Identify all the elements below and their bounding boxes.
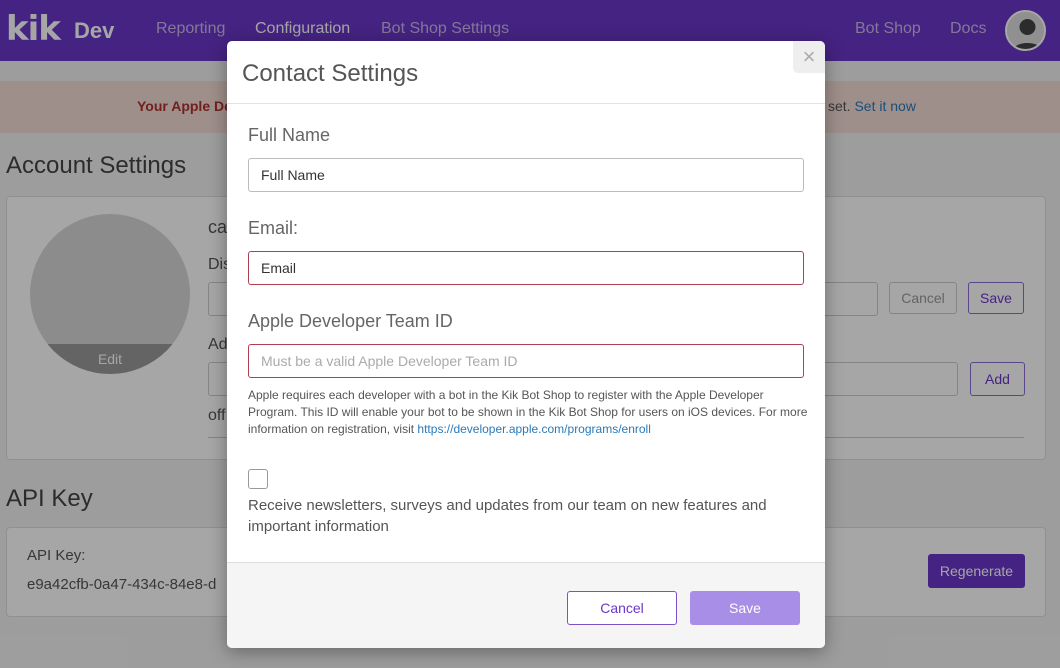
newsletter-checkbox[interactable]	[248, 469, 268, 489]
contact-settings-modal: Contact Settings × Full Name Email: Appl…	[227, 41, 825, 648]
modal-cancel-button[interactable]: Cancel	[567, 591, 677, 625]
modal-save-button[interactable]: Save	[690, 591, 800, 625]
close-icon[interactable]: ×	[793, 41, 825, 73]
team-id-input[interactable]	[248, 344, 804, 378]
modal-footer: Cancel Save	[227, 562, 825, 648]
newsletter-label: Receive newsletters, surveys and updates…	[248, 497, 767, 535]
team-id-help-text: Apple requires each developer with a bot…	[248, 387, 808, 438]
email-label: Email:	[248, 218, 299, 238]
email-input[interactable]	[248, 251, 804, 285]
modal-title: Contact Settings	[242, 60, 419, 87]
apple-enroll-link[interactable]: https://developer.apple.com/programs/enr…	[417, 422, 650, 436]
full-name-label: Full Name	[248, 125, 331, 145]
full-name-input[interactable]	[248, 158, 804, 192]
modal-header: Contact Settings	[227, 41, 825, 104]
team-id-label: Apple Developer Team ID	[248, 311, 453, 331]
